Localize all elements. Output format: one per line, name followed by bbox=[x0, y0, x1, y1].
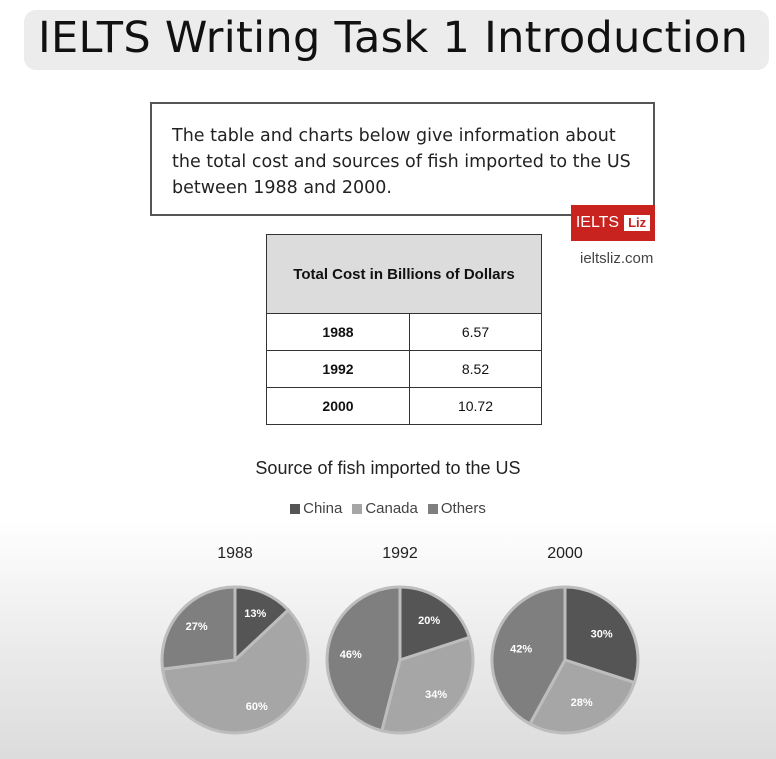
legend-item-others: Others bbox=[427, 500, 486, 517]
brand-logo: IELTS Liz bbox=[571, 205, 655, 241]
legend-label-others: Others bbox=[440, 500, 486, 517]
pie-charts: 1988 13% 60% 27% 1992 20% 34% 46% 2000 30% 28% 42% bbox=[160, 545, 640, 735]
pie-data-label: 13% bbox=[244, 608, 266, 620]
cost-table: Total Cost in Billions of Dollars 1988 6… bbox=[266, 234, 542, 425]
brand-tag: Liz bbox=[624, 215, 651, 231]
task-prompt-box: The table and charts below give informat… bbox=[150, 102, 655, 216]
table-cell-value: 10.72 bbox=[409, 387, 542, 425]
table-row: 2000 10.72 bbox=[266, 387, 542, 425]
table-cell-year: 1992 bbox=[266, 350, 410, 388]
pie-data-label: 30% bbox=[591, 628, 613, 640]
legend-label-canada: Canada bbox=[365, 500, 418, 517]
title-banner: IELTS Writing Task 1 Introduction bbox=[24, 10, 769, 70]
legend-swatch-others bbox=[427, 503, 438, 514]
legend-swatch-china bbox=[290, 503, 301, 514]
legend-item-canada: Canada bbox=[352, 500, 418, 517]
pie-year-label: 1988 bbox=[217, 545, 253, 562]
pie-data-label: 42% bbox=[510, 644, 532, 656]
pie-data-label: 28% bbox=[571, 697, 593, 709]
brand-url: ieltsliz.com bbox=[580, 250, 654, 267]
chart-title: Source of fish imported to the US bbox=[255, 458, 521, 478]
legend-item-china: China bbox=[290, 500, 342, 517]
task-prompt-text: The table and charts below give informat… bbox=[172, 126, 631, 198]
table-cell-year: 2000 bbox=[266, 387, 410, 425]
pie-data-label: 27% bbox=[186, 621, 208, 633]
table-row: 1988 6.57 bbox=[266, 313, 542, 351]
pie-data-label: 60% bbox=[246, 701, 268, 713]
legend-swatch-canada bbox=[352, 503, 363, 514]
table-row: 1992 8.52 bbox=[266, 350, 542, 388]
pie-year-label: 1992 bbox=[382, 545, 418, 562]
page-title: IELTS Writing Task 1 Introduction bbox=[38, 13, 749, 63]
pie-data-label: 20% bbox=[418, 615, 440, 627]
table-cell-value: 8.52 bbox=[409, 350, 542, 388]
pie-year-label: 2000 bbox=[547, 545, 583, 562]
cost-table-header: Total Cost in Billions of Dollars bbox=[266, 234, 542, 314]
legend-label-china: China bbox=[303, 500, 343, 517]
pie-1992: 1992 20% 34% 46% bbox=[325, 545, 475, 735]
table-cell-value: 6.57 bbox=[409, 313, 542, 351]
brand-name: IELTS bbox=[575, 214, 620, 231]
table-cell-year: 1988 bbox=[266, 313, 410, 351]
pie-data-label: 34% bbox=[425, 689, 447, 701]
pie-data-label: 46% bbox=[340, 649, 362, 661]
chart-legend: China Canada Others bbox=[0, 500, 776, 517]
pie-2000: 2000 30% 28% 42% bbox=[490, 545, 640, 735]
pie-1988: 1988 13% 60% 27% bbox=[160, 545, 310, 735]
